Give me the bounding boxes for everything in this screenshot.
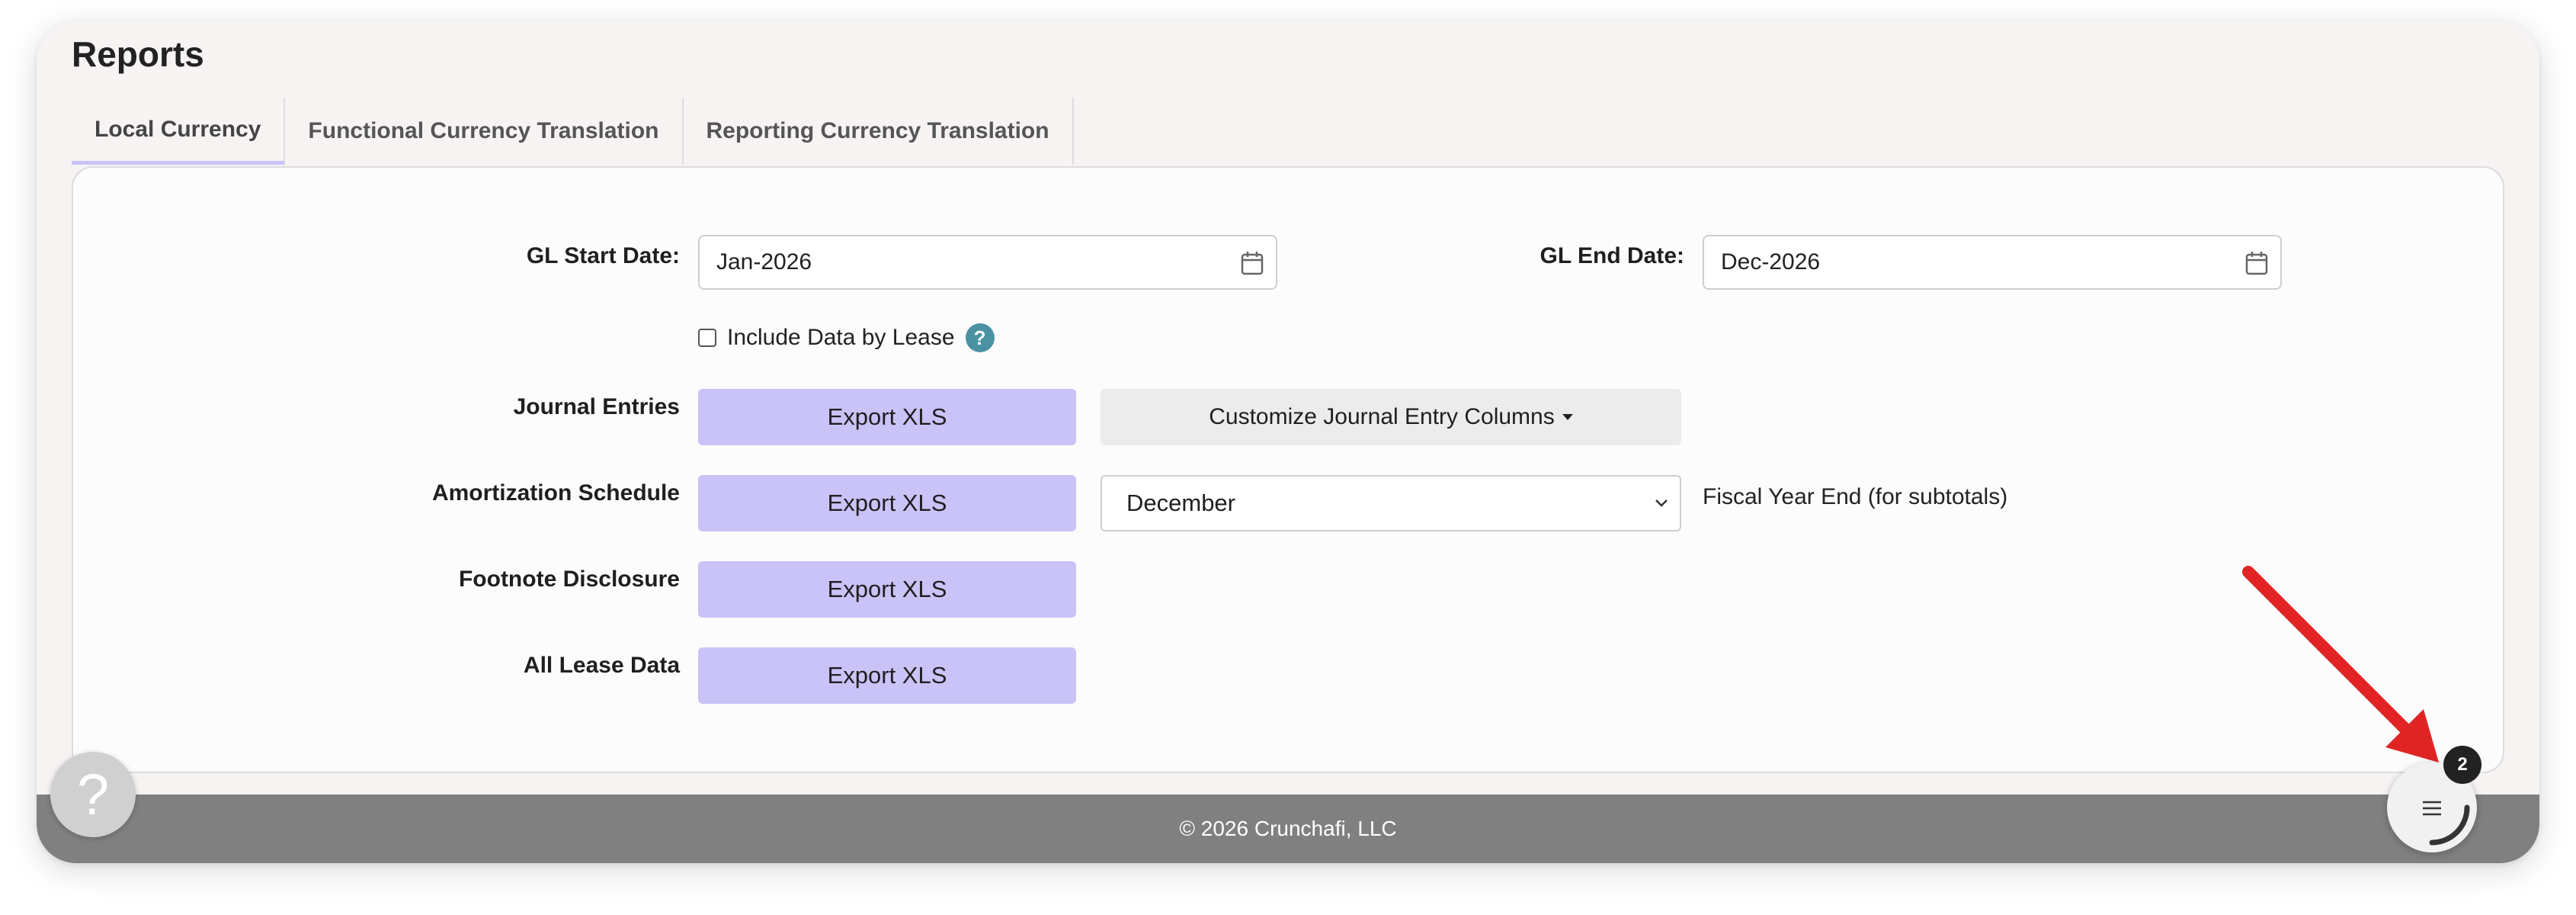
include-data-by-lease-checkbox[interactable]: [698, 329, 716, 347]
hamburger-icon: [2423, 801, 2441, 816]
tab-functional-currency-translation[interactable]: Functional Currency Translation: [285, 98, 684, 165]
help-badge-icon[interactable]: ?: [965, 323, 995, 352]
fiscal-year-end-value: December: [1126, 490, 1235, 516]
all-lease-data-export-button[interactable]: Export XLS: [698, 647, 1076, 704]
report-card: GL Start Date: Jan-2026 GL End Date: Dec…: [72, 166, 2504, 773]
footnote-disclosure-export-button[interactable]: Export XLS: [698, 561, 1076, 618]
app-window: Reports Local Currency Functional Curren…: [37, 21, 2539, 863]
footer: © 2026 Crunchafi, LLC: [37, 795, 2539, 863]
calendar-icon[interactable]: [2245, 251, 2268, 275]
all-lease-data-label: All Lease Data: [523, 653, 680, 678]
chevron-down-icon: [1655, 499, 1668, 507]
gl-start-date-value: Jan-2026: [716, 249, 812, 274]
gl-end-date-input[interactable]: Dec-2026: [1703, 235, 2282, 290]
customize-columns-label: Customize Journal Entry Columns: [1209, 404, 1555, 429]
tab-reporting-currency-translation[interactable]: Reporting Currency Translation: [684, 98, 1074, 165]
include-data-by-lease-row: Include Data by Lease ?: [698, 323, 995, 352]
fiscal-year-end-note: Fiscal Year End (for subtotals): [1703, 484, 2008, 509]
tab-local-currency[interactable]: Local Currency: [72, 98, 286, 165]
journal-entries-label: Journal Entries: [513, 394, 680, 419]
footer-copyright: © 2026 Crunchafi, LLC: [1179, 817, 1397, 840]
notification-count-badge: 2: [2443, 746, 2481, 784]
gl-end-date-value: Dec-2026: [1721, 249, 1821, 274]
amortization-schedule-label: Amortization Schedule: [431, 480, 680, 506]
annotation-arrow-icon: [2242, 566, 2439, 762]
caret-down-icon: [1562, 414, 1573, 420]
gl-start-date-input[interactable]: Jan-2026: [698, 235, 1277, 290]
include-data-by-lease-label: Include Data by Lease: [727, 325, 955, 350]
report-tabs: Local Currency Functional Currency Trans…: [72, 98, 1074, 165]
amortization-schedule-export-button[interactable]: Export XLS: [698, 475, 1076, 531]
footnote-disclosure-label: Footnote Disclosure: [458, 567, 680, 592]
help-button[interactable]: ?: [50, 752, 136, 837]
customize-journal-entry-columns-button[interactable]: Customize Journal Entry Columns: [1101, 389, 1681, 445]
fiscal-year-end-select[interactable]: December: [1101, 475, 1681, 531]
page-title: Reports: [72, 34, 204, 74]
gl-end-date-label: GL End Date:: [1540, 243, 1684, 268]
journal-entries-export-button[interactable]: Export XLS: [698, 389, 1076, 445]
calendar-icon[interactable]: [1241, 251, 1264, 275]
gl-start-date-label: GL Start Date:: [526, 243, 680, 268]
